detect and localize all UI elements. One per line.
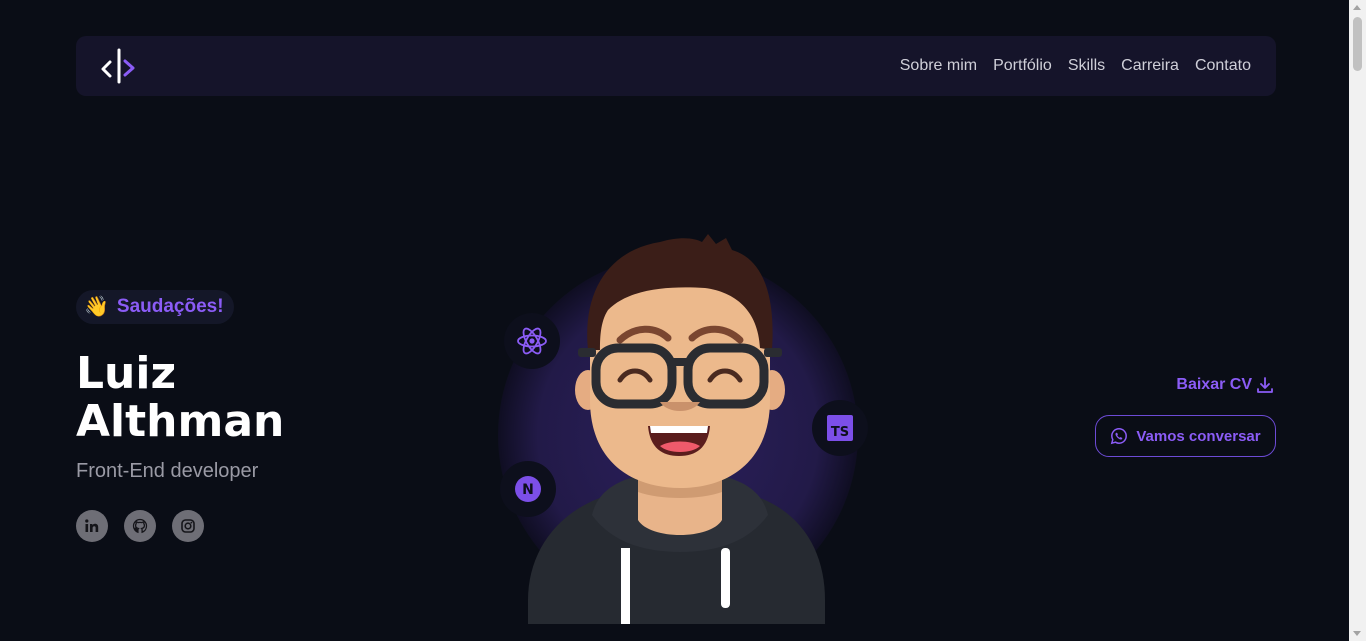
hero-name: Luiz Althman — [76, 350, 376, 446]
scroll-down-arrow-icon[interactable] — [1353, 631, 1361, 636]
whatsapp-chat-button[interactable]: Vamos conversar — [1095, 415, 1276, 457]
last-name: Althman — [76, 396, 285, 447]
navbar: Sobre mim Portfólio Skills Carreira Cont… — [76, 36, 1276, 96]
nextjs-label: N — [522, 482, 534, 498]
nextjs-icon: N — [515, 476, 541, 502]
nav-link-contato[interactable]: Contato — [1195, 57, 1251, 75]
typescript-label: TS — [831, 425, 849, 440]
greeting-badge: 👋 Saudações! — [76, 290, 234, 324]
typescript-icon: TS — [827, 415, 853, 441]
page-scrollbar[interactable] — [1349, 0, 1366, 641]
react-badge — [504, 313, 560, 369]
nav-link-sobre-mim[interactable]: Sobre mim — [900, 57, 977, 75]
chat-button-label: Vamos conversar — [1136, 427, 1261, 445]
whatsapp-icon — [1111, 428, 1128, 445]
nav-link-portfolio[interactable]: Portfólio — [993, 57, 1052, 75]
nav-links: Sobre mim Portfólio Skills Carreira Cont… — [900, 36, 1251, 96]
job-title: Front-End developer — [76, 460, 259, 482]
download-icon — [1257, 377, 1273, 393]
nav-link-carreira[interactable]: Carreira — [1121, 57, 1179, 75]
instagram-icon[interactable] — [172, 510, 204, 542]
scroll-up-arrow-icon[interactable] — [1353, 5, 1361, 10]
react-icon — [517, 327, 547, 355]
nextjs-badge: N — [500, 461, 556, 517]
download-cv-label: Baixar CV — [1176, 376, 1252, 393]
scrollbar-thumb[interactable] — [1353, 17, 1362, 71]
social-links — [76, 510, 204, 542]
linkedin-icon[interactable] — [76, 510, 108, 542]
nav-link-skills[interactable]: Skills — [1068, 57, 1105, 75]
greeting-text: Saudações! — [116, 296, 224, 317]
first-name: Luiz — [76, 348, 177, 399]
waving-hand-icon: 👋 — [84, 296, 109, 318]
avatar-illustration — [528, 234, 825, 624]
download-cv-link[interactable]: Baixar CV — [1176, 376, 1274, 394]
typescript-badge: TS — [812, 400, 868, 456]
github-icon[interactable] — [124, 510, 156, 542]
code-bracket-logo-icon[interactable] — [100, 48, 136, 84]
